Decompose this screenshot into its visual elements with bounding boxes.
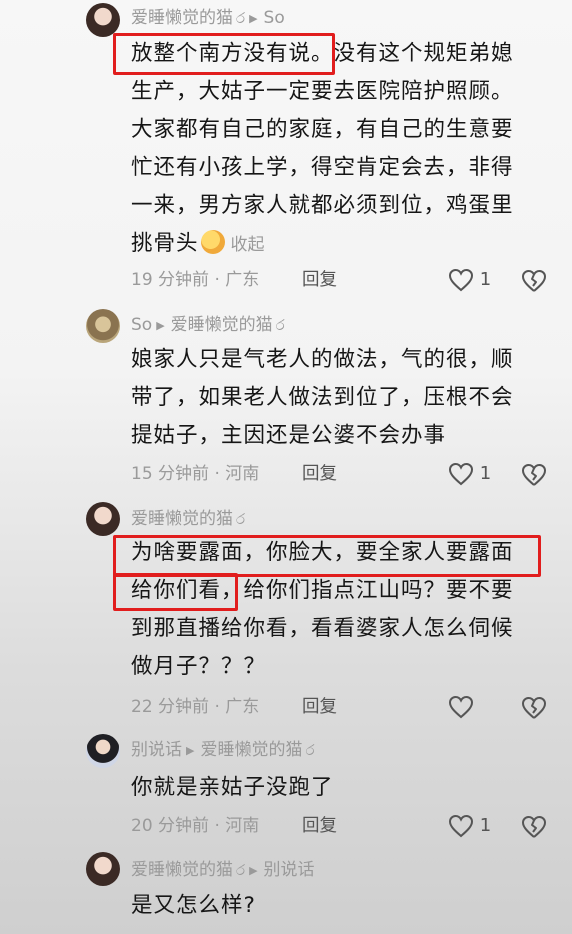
author-mark-icon: ර (236, 510, 246, 528)
broken-heart-icon (522, 463, 546, 486)
author-mark-icon: ර (236, 9, 246, 27)
text-line: 娘家人只是气老人的做法，气的很，顺 (131, 347, 514, 372)
reply-to-name[interactable]: 爱睡懒觉的猫 (171, 315, 273, 335)
highlight-box (113, 535, 541, 577)
author-name[interactable]: 爱睡懒觉的猫 (131, 8, 233, 28)
like-button[interactable] (448, 692, 474, 722)
text-line: 大家都有自己的家庭，有自己的生意要 (131, 117, 514, 142)
time-location: 19 分钟前 · 广东 (131, 270, 260, 290)
dislike-button[interactable] (521, 265, 547, 295)
text-line: 是又怎么样? (131, 893, 256, 918)
heart-icon (448, 268, 474, 292)
comment-text: 是又怎么样? (131, 887, 531, 925)
text-line-last: 挑骨头 收起 (131, 225, 531, 264)
reply-button[interactable]: 回复 (302, 459, 337, 489)
like-button[interactable]: 1 (448, 459, 491, 489)
avatar[interactable] (86, 852, 120, 886)
heart-icon (448, 462, 474, 486)
time-location: 22 分钟前 · 广东 (131, 697, 260, 717)
like-count: 1 (479, 815, 492, 836)
heart-icon (448, 695, 474, 719)
like-button[interactable]: 1 (448, 265, 491, 295)
text-line: 忙还有小孩上学，得空肯定会去，非得 (131, 155, 514, 180)
text-line: 做月子？？？ (131, 654, 267, 679)
text-line: 提姑子，主因还是公婆不会办事 (131, 423, 447, 448)
reply-arrow-icon: ▶ (156, 319, 165, 332)
comment-header: 别说话 ▶ 爱睡懒觉的猫 ර (131, 738, 315, 762)
heart-icon (448, 814, 474, 838)
text-line: 生产，大姑子一定要去医院陪护照顾。 (131, 79, 514, 104)
comment-header: 爱睡懒觉的猫 ර ▶ 别说话 (131, 858, 315, 882)
collapse-button[interactable]: 收起 (231, 235, 265, 255)
text-line: 到那直播给你看，看看婆家人怎么伺候 (131, 616, 514, 641)
text-line: 带了，如果老人做法到位了，压根不会 (131, 385, 514, 410)
comment-header: 爱睡懒觉的猫 ර (131, 507, 245, 531)
broken-heart-icon (522, 269, 546, 292)
author-name[interactable]: 别说话 (131, 740, 182, 760)
reply-button[interactable]: 回复 (302, 265, 337, 295)
author-name[interactable]: 爱睡懒觉的猫 (131, 509, 233, 529)
time-location: 15 分钟前 · 河南 (131, 464, 260, 484)
reply-arrow-icon: ▶ (249, 864, 258, 877)
author-mark-icon: ර (236, 861, 246, 879)
dislike-button[interactable] (521, 692, 547, 722)
reply-arrow-icon: ▶ (249, 12, 258, 25)
avatar[interactable] (86, 502, 120, 536)
reply-arrow-icon: ▶ (186, 744, 195, 757)
author-mark-icon: ර (275, 316, 285, 334)
like-count: 1 (479, 269, 492, 290)
laughing-emoji-icon (200, 230, 225, 254)
text-line: 一来，男方家人就都必须到位，鸡蛋里 (131, 193, 514, 218)
text-line: 挑骨头 (131, 231, 199, 256)
highlight-box (113, 33, 335, 75)
avatar[interactable] (86, 309, 120, 343)
reply-button[interactable]: 回复 (302, 811, 337, 841)
highlight-box (113, 573, 238, 611)
author-name[interactable]: 爱睡懒觉的猫 (131, 860, 233, 880)
comment-header: 爱睡懒觉的猫 ර ▶ So (131, 6, 285, 30)
comment-header: So ▶ 爱睡懒觉的猫 ර (131, 313, 285, 337)
author-mark-icon: ර (305, 741, 315, 759)
comment-text: 你就是亲姑子没跑了 (131, 769, 531, 807)
dislike-button[interactable] (521, 811, 547, 841)
like-count: 1 (479, 463, 492, 484)
broken-heart-icon (522, 815, 546, 838)
comment-text: 娘家人只是气老人的做法，气的很，顺 带了，如果老人做法到位了，压根不会 提姑子，… (131, 341, 531, 455)
reply-button[interactable]: 回复 (302, 692, 337, 722)
time-location: 20 分钟前 · 河南 (131, 816, 260, 836)
broken-heart-icon (522, 696, 546, 719)
author-name[interactable]: So (131, 315, 152, 335)
avatar[interactable] (86, 734, 120, 768)
reply-to-name[interactable]: 别说话 (264, 860, 315, 880)
dislike-button[interactable] (521, 459, 547, 489)
text-line: 你就是亲姑子没跑了 (131, 775, 334, 800)
avatar[interactable] (86, 3, 120, 37)
reply-to-name[interactable]: 爱睡懒觉的猫 (200, 740, 302, 760)
like-button[interactable]: 1 (448, 811, 491, 841)
reply-to-name[interactable]: So (264, 8, 285, 28)
